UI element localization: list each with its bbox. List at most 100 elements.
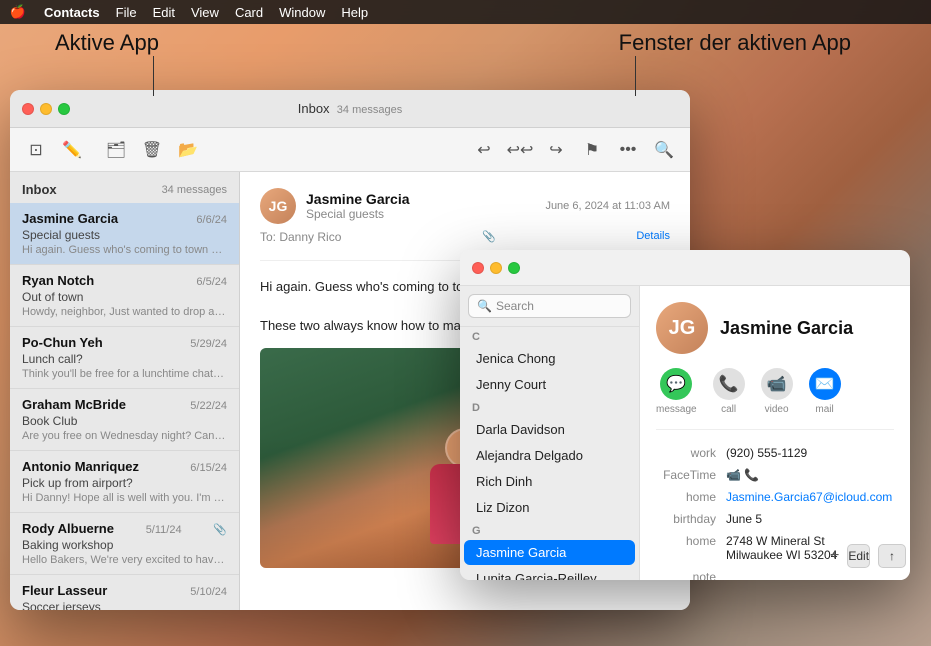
contact-list-item[interactable]: Lupita Garcia-Reilley [464,566,635,580]
compose-icon[interactable]: ⊡ [22,136,50,164]
minimize-button[interactable] [40,103,52,115]
mail-action-button[interactable]: ✉️ mail [809,368,841,415]
contacts-fullscreen-button[interactable] [508,262,520,274]
message-action-label: message [656,404,697,415]
search-icon: 🔍 [477,299,492,313]
attachment-icon-small: 📎 [482,230,496,248]
mail-icon: ✉️ [809,368,841,400]
contacts-list: 🔍 Search C Jenica Chong Jenny Court D Da… [460,286,640,580]
contact-info-note: note [656,570,894,580]
contacts-search-area: 🔍 Search [460,286,639,327]
search-placeholder: Search [496,299,534,313]
forward-icon[interactable]: ↪ [542,136,570,164]
section-header-d: D [460,398,639,416]
email-meta: To: Danny Rico 📎 Details [260,230,670,248]
more-icon[interactable]: ••• [614,136,642,164]
contact-list-item[interactable]: Alejandra Delgado [464,443,635,468]
contact-list-item-selected[interactable]: Jasmine Garcia [464,540,635,565]
mail-list-item[interactable]: Ryan Notch 6/5/24 Out of town Howdy, nei… [10,265,239,327]
contact-detail: JG Jasmine Garcia 💬 message 📞 call 📹 vid… [640,286,910,580]
work-label: work [656,446,726,460]
menubar-contacts[interactable]: Contacts [36,0,108,24]
contact-info-facetime: FaceTime 📹 📞 [656,468,894,482]
menubar-file[interactable]: File [108,0,145,24]
contacts-titlebar [460,250,910,286]
section-header-g: G [460,521,639,539]
move-icon[interactable]: 📂 [174,136,202,164]
close-button[interactable] [22,103,34,115]
mail-list-item[interactable]: Graham McBride 5/22/24 Book Club Are you… [10,389,239,451]
facetime-icons[interactable]: 📹 📞 [726,468,894,482]
home-email-value[interactable]: Jasmine.Garcia67@icloud.com [726,490,894,504]
facetime-audio-icon: 📞 [744,468,759,482]
contact-list-item[interactable]: Rich Dinh [464,469,635,494]
contact-list-item[interactable]: Jenica Chong [464,346,635,371]
contacts-close-button[interactable] [472,262,484,274]
call-icon: 📞 [713,368,745,400]
contact-detail-header: JG Jasmine Garcia [656,302,894,354]
contact-list-item[interactable]: Jenny Court [464,372,635,397]
mail-list-item[interactable]: Antonio Manriquez 6/15/24 Pick up from a… [10,451,239,513]
contacts-window: 🔍 Search C Jenica Chong Jenny Court D Da… [460,250,910,580]
mail-list-item[interactable]: Jasmine Garcia 6/6/24 Special guests Hi … [10,203,239,265]
reply-new-icon[interactable]: ✏️ [58,136,86,164]
mail-toolbar: ⊡ ✏️ 🗂 🗑 📂 ↩ ↩↩ ↪ ⚑ ••• 🔍 [10,128,690,172]
email-to: To: Danny Rico [260,230,341,244]
contacts-minimize-button[interactable] [490,262,502,274]
sender-avatar: JG [260,188,296,224]
contact-info-work: work (920) 555-1129 [656,446,894,460]
details-link[interactable]: Details [636,230,670,248]
email-date: June 6, 2024 at 11:03 AM [545,200,670,212]
flag-icon[interactable]: ⚑ [578,136,606,164]
contact-avatar: JG [656,302,708,354]
sender-name: Jasmine Garcia [306,191,535,207]
menubar-edit[interactable]: Edit [145,0,183,24]
call-action-button[interactable]: 📞 call [713,368,745,415]
message-action-button[interactable]: 💬 message [656,368,697,415]
note-value [726,570,894,580]
attachment-icon: 📎 [213,523,227,536]
home-email-label: home [656,490,726,504]
mail-action-label: mail [815,404,833,415]
mail-list-item[interactable]: Fleur Lasseur 5/10/24 Soccer jerseys Are… [10,575,239,610]
video-action-button[interactable]: 📹 video [761,368,793,415]
call-action-label: call [721,404,736,415]
menubar-card[interactable]: Card [227,0,271,24]
message-icon: 💬 [660,368,692,400]
archive-icon[interactable]: 🗂 [102,136,130,164]
menubar-window[interactable]: Window [271,0,333,24]
mail-list-item[interactable]: Rody Albuerne 5/11/24 📎 Baking workshop … [10,513,239,575]
contacts-body: 🔍 Search C Jenica Chong Jenny Court D Da… [460,286,910,580]
trash-icon[interactable]: 🗑 [138,136,166,164]
mail-sidebar: Inbox 34 messages Jasmine Garcia 6/6/24 … [10,172,240,610]
mail-titlebar: Inbox 34 messages [10,90,690,128]
home-address-label: home [656,534,726,562]
inbox-header: Inbox 34 messages [10,172,239,203]
share-button[interactable]: ↑ [878,544,906,568]
work-value[interactable]: (920) 555-1129 [726,446,894,460]
menubar: 🍎 Contacts File Edit View Card Window He… [0,0,931,24]
contact-list-item[interactable]: Liz Dizon [464,495,635,520]
video-action-label: video [765,404,789,415]
reply-icon[interactable]: ↩ [470,136,498,164]
menubar-help[interactable]: Help [333,0,376,24]
add-contact-button[interactable]: + [830,544,839,568]
search-icon[interactable]: 🔍 [650,136,678,164]
contact-info-home-email: home Jasmine.Garcia67@icloud.com [656,490,894,504]
mail-window-title: Inbox 34 messages [298,101,402,116]
birthday-value: June 5 [726,512,894,526]
menubar-view[interactable]: View [183,0,227,24]
apple-menu[interactable]: 🍎 [8,0,28,24]
search-box[interactable]: 🔍 Search [468,294,631,318]
edit-button[interactable]: Edit [847,544,870,568]
contact-info-birthday: birthday June 5 [656,512,894,526]
contact-footer: + Edit ↑ [830,544,898,568]
reply-all-icon[interactable]: ↩↩ [506,136,534,164]
contact-list-item[interactable]: Darla Davidson [464,417,635,442]
birthday-label: birthday [656,512,726,526]
email-subject: Special guests [306,207,535,221]
facetime-label: FaceTime [656,468,726,482]
window-controls[interactable] [22,103,70,115]
fullscreen-button[interactable] [58,103,70,115]
mail-list-item[interactable]: Po-Chun Yeh 5/29/24 Lunch call? Think yo… [10,327,239,389]
